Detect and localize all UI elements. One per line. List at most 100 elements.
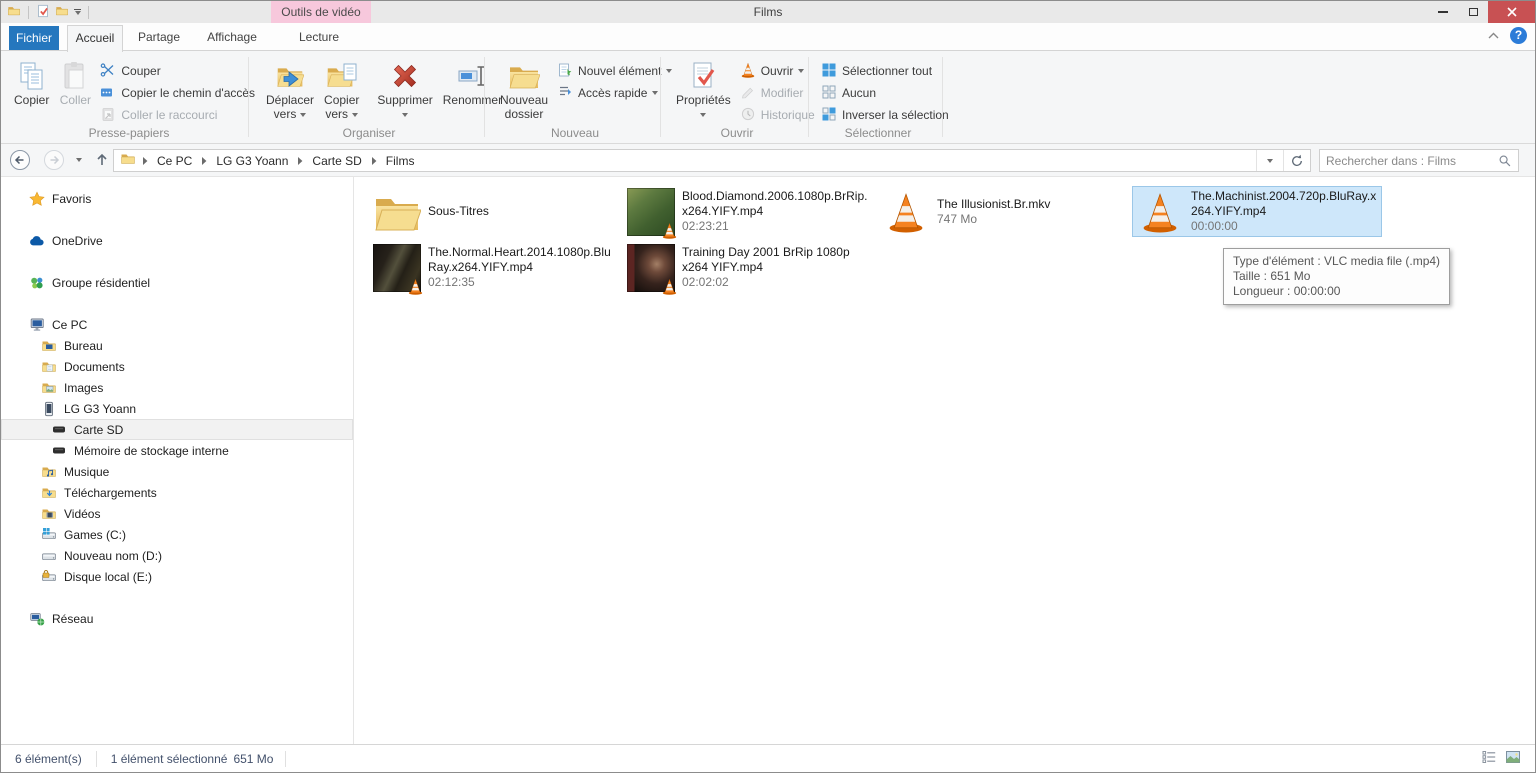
minimize-ribbon-chevron-icon[interactable] [1487,29,1500,43]
sidebar-item-ce-pc[interactable]: Ce PC [1,314,353,335]
paste-button[interactable]: Coller [54,56,96,110]
breadcrumb-separator-icon[interactable] [140,155,150,167]
search-icon[interactable] [1492,154,1518,168]
sidebar-item-telechargements[interactable]: Téléchargements [1,482,353,503]
breadcrumb-separator-icon[interactable] [199,155,209,167]
vlc-cone-icon [407,278,424,295]
ribbon-tab-row: Fichier Accueil Partage Affichage Lectur… [1,23,1535,52]
sidebar-item-images[interactable]: Images [1,377,353,398]
maximize-button[interactable] [1458,1,1488,23]
drive-icon [41,548,57,564]
group-label-organize: Organiser [342,126,396,140]
vlc-cone-icon [661,222,678,239]
contextual-tab-video-tools[interactable]: Outils de vidéo [271,1,371,23]
file-tile-machinist-selected[interactable]: The.Machinist.2004.720p.BluRay.x264.YIFY… [1132,186,1382,237]
new-folder-icon[interactable] [55,4,69,21]
invert-selection-button[interactable]: Inverser la sélection [817,104,953,126]
copy-icon [16,59,48,93]
ribbon: Copier Coller Couper Copier le chemin d'… [1,51,1535,144]
refresh-icon[interactable] [1283,150,1310,171]
sidebar-item-documents[interactable]: Documents [1,356,353,377]
item-count: 6 élément(s) [15,751,82,766]
file-tile-normal-heart[interactable]: The.Normal.Heart.2014.1080p.BluRay.x264.… [369,242,619,293]
explorer-window: Outils de vidéo Films Fichier Accueil Pa… [0,0,1536,773]
copy-to-button[interactable]: Copier vers [319,56,364,124]
copy-button[interactable]: Copier [9,56,54,110]
tab-affichage[interactable]: Affichage [197,25,267,51]
breadcrumb-separator-icon[interactable] [369,155,379,167]
status-bar: 6 élément(s) 1 élément sélectionné 651 M… [1,744,1535,772]
breadcrumb-films[interactable]: Films [379,150,422,171]
sidebar-item-groupe-residentiel[interactable]: Groupe résidentiel [1,272,353,293]
address-dropdown-chevron-icon[interactable] [1256,150,1283,171]
quick-access-button[interactable]: Accès rapide [553,82,676,104]
breadcrumb-bar[interactable]: Ce PC LG G3 Yoann Carte SD Films [113,149,1311,172]
sidebar-item-disque-local-e[interactable]: Disque local (E:) [1,566,353,587]
tab-lecture[interactable]: Lecture [289,25,349,51]
up-button[interactable] [89,152,115,168]
sidebar-item-reseau[interactable]: Réseau [1,608,353,629]
new-item-button[interactable]: Nouvel élément [553,60,676,82]
breadcrumb-carte-sd[interactable]: Carte SD [305,150,368,171]
quick-access-toolbar [1,1,91,23]
history-button[interactable]: Historique [736,104,819,126]
downloads-folder-icon [41,485,57,501]
file-tile-sous-titres[interactable]: Sous-Titres [369,186,619,237]
properties-icon [687,59,719,93]
file-tile-illusionist[interactable]: The Illusionist.Br.mkv 747 Mo [878,186,1128,237]
breadcrumb-lg-g3-yoann[interactable]: LG G3 Yoann [209,150,295,171]
customize-qat-chevron-icon[interactable] [74,9,81,15]
sidebar-item-videos[interactable]: Vidéos [1,503,353,524]
back-button[interactable] [1,149,39,171]
help-icon[interactable]: ? [1510,27,1527,44]
details-view-button[interactable] [1481,749,1497,768]
file-tile-blood-diamond[interactable]: Blood.Diamond.2006.1080p.BrRip.x264.YIFY… [623,186,873,237]
sidebar-item-games-c[interactable]: Games (C:) [1,524,353,545]
folder-icon[interactable] [7,4,21,21]
open-button[interactable]: Ouvrir [736,60,819,82]
sidebar-item-bureau[interactable]: Bureau [1,335,353,356]
tab-fichier[interactable]: Fichier [9,26,59,50]
sidebar-item-favoris[interactable]: Favoris [1,188,353,209]
sidebar-item-carte-sd[interactable]: Carte SD [1,419,353,440]
selection-count: 1 élément sélectionné [110,751,228,766]
sidebar-item-lg-g3-yoann[interactable]: LG G3 Yoann [1,398,353,419]
tooltip-size: Taille : 651 Mo [1233,269,1311,283]
copy-path-button[interactable]: Copier le chemin d'accès [96,82,259,104]
ribbon-group-clipboard: Copier Coller Couper Copier le chemin d'… [9,51,255,143]
minimize-button[interactable] [1428,1,1458,23]
delete-button[interactable]: Supprimer [372,56,437,124]
invert-selection-icon [821,106,837,125]
close-button[interactable] [1488,1,1535,23]
tab-accueil[interactable]: Accueil [67,25,123,52]
breadcrumb-ce-pc[interactable]: Ce PC [150,150,199,171]
file-tile-training-day[interactable]: Training Day 2001 BrRip 1080p x264 YIFY.… [623,242,873,293]
tooltip-type: Type d'élément : VLC media file (.mp4) [1233,254,1441,268]
properties-icon[interactable] [36,4,50,21]
homegroup-icon [29,275,45,291]
breadcrumb-separator-icon[interactable] [295,155,305,167]
paste-shortcut-button[interactable]: Coller le raccourci [96,104,259,126]
edit-button[interactable]: Modifier [736,82,819,104]
properties-button[interactable]: Propriétés [671,56,736,124]
search-input[interactable] [1320,153,1492,168]
sidebar-item-nouveau-nom-d[interactable]: Nouveau nom (D:) [1,545,353,566]
select-all-button[interactable]: Sélectionner tout [817,60,953,82]
sidebar-item-musique[interactable]: Musique [1,461,353,482]
sidebar-item-memoire-interne[interactable]: Mémoire de stockage interne [1,440,353,461]
sidebar-item-onedrive[interactable]: OneDrive [1,230,353,251]
forward-button[interactable] [39,149,69,171]
cloud-icon [29,233,45,249]
ribbon-group-new: Nouveau dossier Nouvel élément Accès rap… [489,51,673,143]
thumbnails-view-button[interactable] [1505,749,1521,768]
desktop-folder-icon [41,338,57,354]
recent-pages-chevron-icon[interactable] [69,158,89,162]
tab-partage[interactable]: Partage [129,25,189,51]
computer-icon [29,317,45,333]
cut-button[interactable]: Couper [96,60,259,82]
separator [285,750,287,767]
move-to-button[interactable]: Déplacer vers [261,56,319,124]
separator [28,5,29,19]
new-folder-button[interactable]: Nouveau dossier [495,56,553,124]
select-none-button[interactable]: Aucun [817,82,953,104]
